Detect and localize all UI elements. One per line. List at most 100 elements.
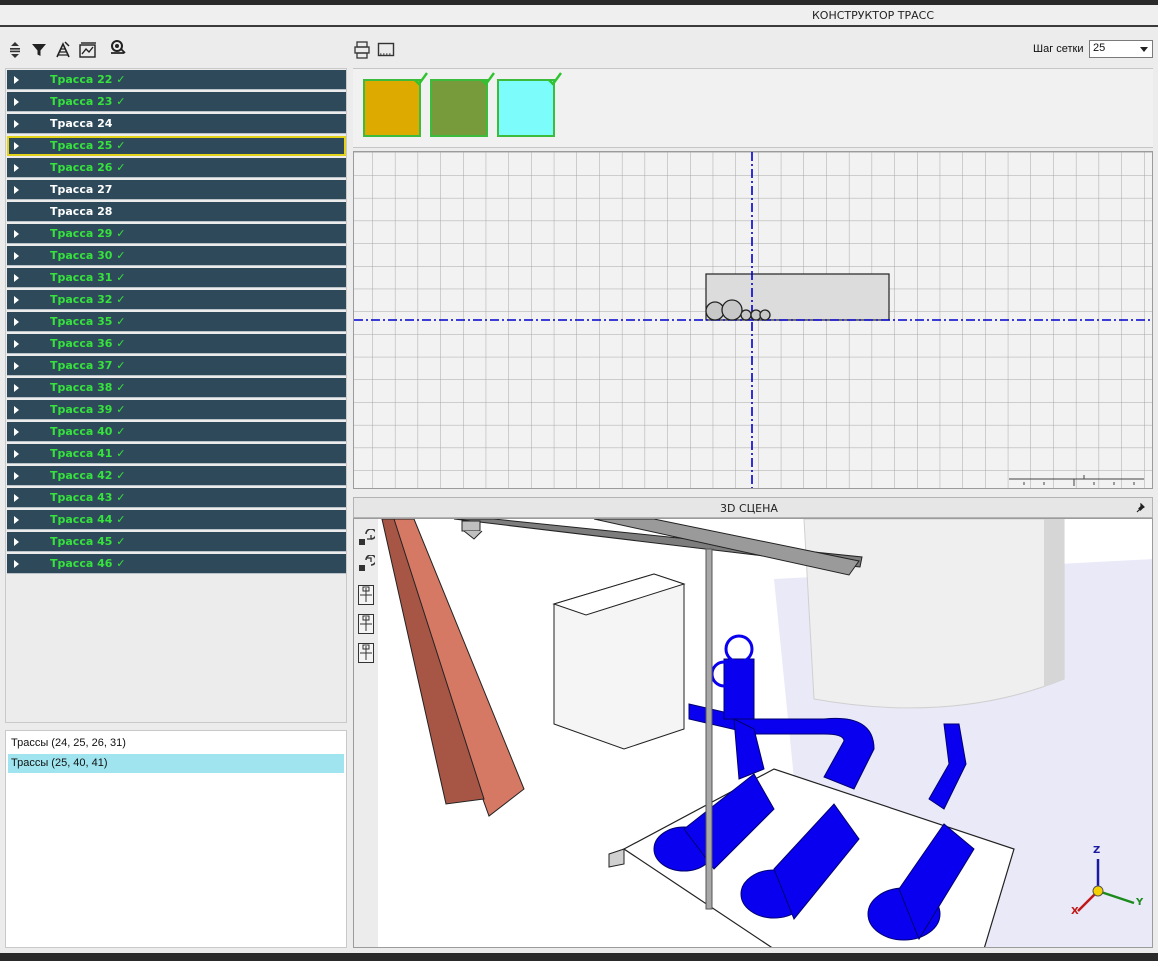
section-drawing [354,152,1152,488]
expand-arrow-icon[interactable] [14,296,19,304]
trace-row-label: Трасса 38 ✓ [50,381,126,394]
color-swatch[interactable] [497,72,562,137]
expand-arrow-icon[interactable] [14,538,19,546]
trace-row[interactable]: Трасса 39 ✓ [7,400,346,420]
expand-arrow-icon[interactable] [14,186,19,194]
trace-row[interactable]: Трасса 24 [7,114,346,134]
expand-arrow-icon[interactable] [14,142,19,150]
color-swatch[interactable] [363,72,428,137]
scene-title: 3D СЦЕНА [720,502,778,515]
trace-row[interactable]: Трасса 46 ✓ [7,554,346,574]
trace-row[interactable]: Трасса 22 ✓ [7,70,346,90]
view-side-icon[interactable] [357,613,375,635]
grid-step-label: Шаг сетки [1033,43,1084,55]
trace-row-label: Трасса 30 ✓ [50,249,126,262]
trace-row[interactable]: Трасса 28 [7,202,346,222]
trace-row[interactable]: Трасса 42 ✓ [7,466,346,486]
expand-arrow-icon[interactable] [14,494,19,502]
pin-icon[interactable] [1136,503,1146,513]
trace-row[interactable]: Трасса 32 ✓ [7,290,346,310]
filter-icon[interactable] [29,40,49,60]
trace-row[interactable]: Трасса 41 ✓ [7,444,346,464]
trace-group-list[interactable]: Трассы (24, 25, 26, 31) Трассы (25, 40, 4… [5,730,347,948]
section-canvas[interactable] [353,151,1153,489]
expand-arrow-icon[interactable] [14,230,19,238]
trace-row-label: Трасса 31 ✓ [50,271,126,284]
view-front-icon[interactable] [357,584,375,606]
title-bar: КОНСТРУКТОР ТРАСС [0,5,1158,27]
trace-row-label: Трасса 32 ✓ [50,293,126,306]
trace-row-label: Трасса 37 ✓ [50,359,126,372]
trace-row-label: Трасса 22 ✓ [50,73,126,86]
expand-arrow-icon[interactable] [14,516,19,524]
expand-arrow-icon[interactable] [14,318,19,326]
trace-row-label: Трасса 43 ✓ [50,491,126,504]
trace-row-label: Трасса 24 [50,117,113,130]
collapse-expand-icon[interactable] [5,40,25,60]
view-top-icon[interactable] [357,642,375,664]
trace-row-label: Трасса 39 ✓ [50,403,126,416]
trace-row-label: Трасса 26 ✓ [50,161,126,174]
expand-arrow-icon[interactable] [14,252,19,260]
expand-arrow-icon[interactable] [14,384,19,392]
add-trace-icon[interactable] [53,40,73,60]
rotate-view-alt-icon[interactable] [357,554,377,577]
check-icon [481,72,495,86]
axis-z-label: Z [1093,845,1101,856]
grid-step-select[interactable]: 25 [1089,40,1153,58]
expand-arrow-icon[interactable] [14,164,19,172]
print-layout-icon[interactable] [352,40,372,60]
expand-arrow-icon[interactable] [14,450,19,458]
trace-settings-icon[interactable] [78,40,98,60]
scene-viewport[interactable]: Z Y X [353,518,1153,948]
trace-row[interactable]: Трасса 36 ✓ [7,334,346,354]
expand-arrow-icon[interactable] [14,76,19,84]
expand-arrow-icon[interactable] [14,120,19,128]
trace-list[interactable]: Трасса 22 ✓ Трасса 23 ✓ Трасса 24 Трасса 25… [5,68,347,723]
expand-arrow-icon[interactable] [14,362,19,370]
trace-row-label: Трасса 44 ✓ [50,513,126,526]
expand-arrow-icon[interactable] [14,472,19,480]
chevron-down-icon [1140,47,1148,52]
scene-render [378,519,1152,947]
trace-row[interactable]: Трасса 40 ✓ [7,422,346,442]
grid-step-value: 25 [1093,42,1106,54]
trace-group-item[interactable]: Трассы (24, 25, 26, 31) [8,734,344,753]
trace-row-label: Трасса 23 ✓ [50,95,126,108]
frame-icon[interactable] [376,40,396,60]
trace-group-item[interactable]: Трассы (25, 40, 41) [8,754,344,773]
expand-arrow-icon[interactable] [14,560,19,568]
trace-row-label: Трасса 41 ✓ [50,447,126,460]
expand-arrow-icon[interactable] [14,428,19,436]
trace-row[interactable]: Трасса 44 ✓ [7,510,346,530]
trace-row[interactable]: Трасса 26 ✓ [7,158,346,178]
trace-row[interactable]: Трасса 25 ✓ [7,136,346,156]
trace-row[interactable]: Трасса 45 ✓ [7,532,346,552]
trace-row[interactable]: Трасса 37 ✓ [7,356,346,376]
expand-arrow-icon[interactable] [14,406,19,414]
axis-x-label: X [1071,906,1079,917]
color-swatch[interactable] [430,72,495,137]
trace-row-label: Трасса 42 ✓ [50,469,126,482]
trace-row-label: Трасса 28 [50,205,113,218]
rotate-view-icon[interactable] [357,528,377,551]
trace-row[interactable]: Трасса 38 ✓ [7,378,346,398]
expand-arrow-icon[interactable] [14,274,19,282]
trace-row[interactable]: Трасса 43 ✓ [7,488,346,508]
fitting-top-left [461,520,483,540]
trace-row-label: Трасса 29 ✓ [50,227,126,240]
pipe-support-icon[interactable] [108,38,128,58]
trace-row-label: Трасса 46 ✓ [50,557,126,570]
expand-arrow-icon[interactable] [14,98,19,106]
scene-toolbar [354,519,378,947]
trace-row[interactable]: Трасса 35 ✓ [7,312,346,332]
trace-row[interactable]: Трасса 30 ✓ [7,246,346,266]
check-icon [548,72,562,86]
axis-y-label: Y [1136,897,1144,908]
expand-arrow-icon[interactable] [14,340,19,348]
trace-row[interactable]: Трасса 23 ✓ [7,92,346,112]
trace-row[interactable]: Трасса 29 ✓ [7,224,346,244]
trace-row-label: Трасса 36 ✓ [50,337,126,350]
trace-row[interactable]: Трасса 27 [7,180,346,200]
trace-row[interactable]: Трасса 31 ✓ [7,268,346,288]
